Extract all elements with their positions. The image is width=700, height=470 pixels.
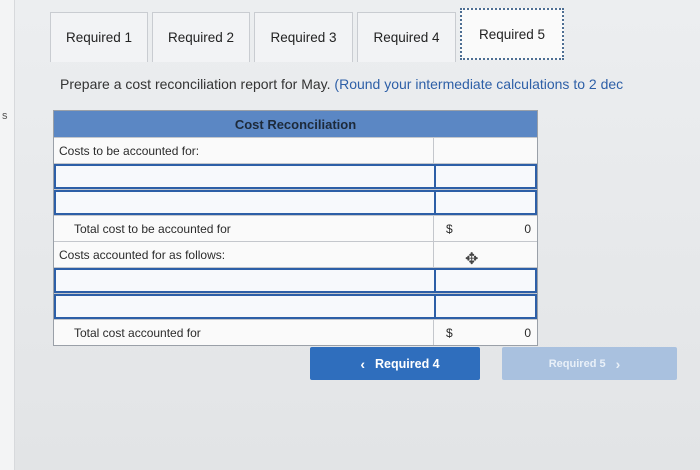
amount-input-1[interactable] xyxy=(434,164,537,189)
table-row: Total cost to be accounted for $ 0 xyxy=(54,215,537,241)
next-button-label: Required 5 xyxy=(548,357,606,370)
account-select-4[interactable] xyxy=(54,294,434,319)
amount-input-2[interactable] xyxy=(434,190,537,215)
tab-bar: Required 1 Required 2 Required 3 Require… xyxy=(50,8,568,64)
currency-symbol: $ xyxy=(446,325,453,340)
total-to-account-cell: $ 0 xyxy=(434,216,537,241)
chevron-left-icon: ‹ xyxy=(360,355,366,372)
table-row xyxy=(54,163,537,189)
tab-required-1[interactable]: Required 1 xyxy=(50,12,148,62)
instruction-main: Prepare a cost reconciliation report for… xyxy=(60,76,331,92)
table-row: Total cost accounted for $ 0 xyxy=(54,319,537,345)
costs-accounted-label: Costs accounted for as follows: xyxy=(54,242,434,267)
instruction-note: (Round your intermediate calculations to… xyxy=(334,76,624,92)
account-select-3[interactable] xyxy=(54,268,434,293)
tab-required-4[interactable]: Required 4 xyxy=(357,12,456,62)
table-row xyxy=(54,267,537,293)
total-cost-accounted-label: Total cost accounted for xyxy=(54,320,434,345)
table-row xyxy=(54,293,537,319)
total-accounted-cell: $ 0 xyxy=(434,320,537,345)
left-panel-edge xyxy=(0,0,15,470)
amount-input-4[interactable] xyxy=(434,294,537,319)
amount-input-3[interactable] xyxy=(434,268,537,293)
total-cost-to-account-label: Total cost to be accounted for xyxy=(54,216,434,241)
total-accounted-value: 0 xyxy=(524,325,531,340)
costs-to-account-label: Costs to be accounted for: xyxy=(54,138,434,163)
previous-button-label: Required 4 xyxy=(375,356,440,371)
table-row xyxy=(54,189,537,215)
empty-cell xyxy=(434,138,537,163)
cost-reconciliation-table: Cost Reconciliation Costs to be accounte… xyxy=(53,110,538,346)
total-to-account-value: 0 xyxy=(524,221,531,236)
next-button[interactable]: Required 5 › xyxy=(502,347,677,380)
account-select-2[interactable] xyxy=(54,190,434,215)
instruction-text: Prepare a cost reconciliation report for… xyxy=(60,76,623,92)
empty-cell xyxy=(434,242,537,267)
table-row: Costs to be accounted for: xyxy=(54,137,537,163)
stray-text: s xyxy=(2,110,8,122)
account-select-1[interactable] xyxy=(54,164,434,189)
table-title: Cost Reconciliation xyxy=(54,111,537,137)
chevron-right-icon: › xyxy=(615,355,621,372)
tab-required-5[interactable]: Required 5 xyxy=(460,8,564,60)
currency-symbol: $ xyxy=(446,221,453,236)
previous-button[interactable]: ‹ Required 4 xyxy=(310,347,480,380)
move-cursor-icon: ✥ xyxy=(465,251,479,268)
tab-required-2[interactable]: Required 2 xyxy=(152,12,250,62)
tab-required-3[interactable]: Required 3 xyxy=(254,12,353,62)
